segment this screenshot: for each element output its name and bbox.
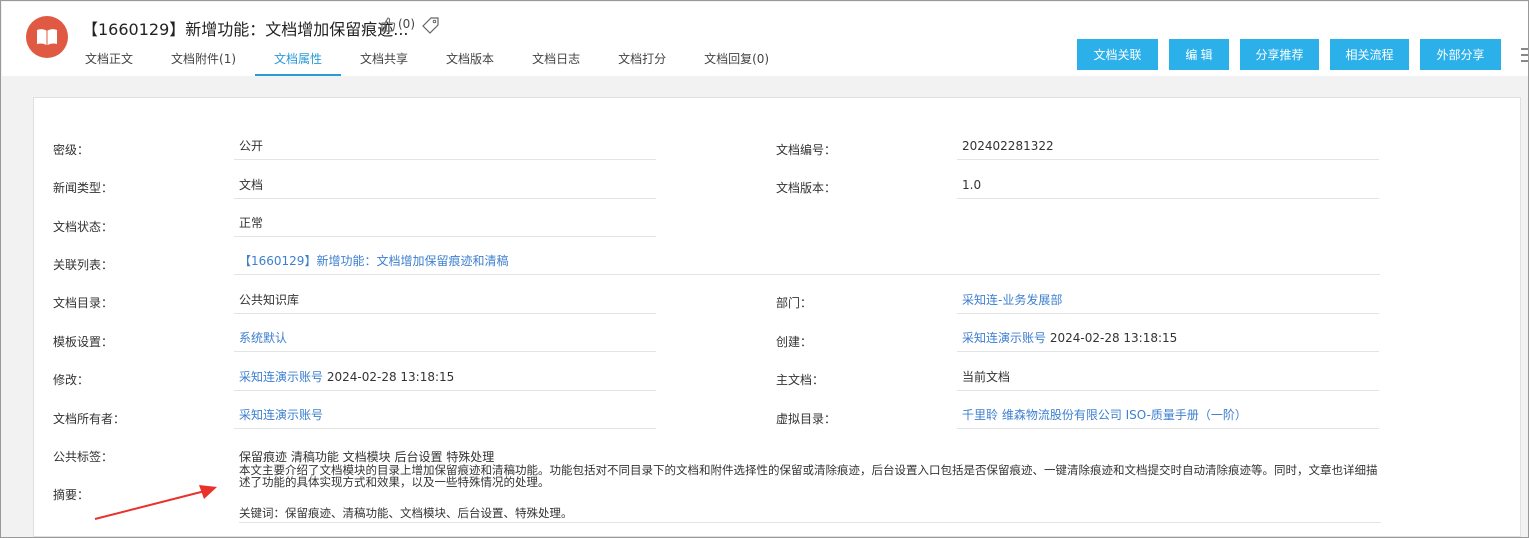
virtual-dir-label: 虚拟目录： (776, 412, 837, 426)
more-menu-icon[interactable] (1520, 46, 1528, 68)
window: 【1660129】新增功能：文档增加保留痕迹... (0) 文档正文 文档附件(… (0, 0, 1529, 538)
keywords-text: 关键词：保留痕迹、清稿功能、文档模块、后台设置、特殊处理。 (239, 505, 1381, 523)
modified-user-link[interactable]: 采知连演示账号 (239, 370, 323, 384)
related-list-label: 关联列表： (53, 258, 114, 272)
tag-icon[interactable] (422, 16, 440, 38)
directory-value: 公共知识库 (234, 290, 656, 314)
tab-bar: 文档正文 文档附件(1) 文档属性 文档共享 文档版本 文档日志 文档打分 文档… (66, 48, 788, 76)
template-label: 模板设置： (53, 335, 114, 349)
security-label: 密级： (53, 143, 90, 157)
summary-label: 摘要： (53, 488, 90, 502)
like-button[interactable]: (0) (380, 16, 415, 32)
tab-doc-body[interactable]: 文档正文 (66, 48, 152, 76)
directory-label: 文档目录： (53, 296, 114, 310)
created-user-link[interactable]: 采知连演示账号 (962, 331, 1046, 345)
tab-rating[interactable]: 文档打分 (599, 48, 685, 76)
modified-label: 修改： (53, 373, 90, 387)
page-title: 【1660129】新增功能：文档增加保留痕迹... (82, 20, 409, 39)
main-doc-value: 当前文档 (957, 367, 1379, 391)
dept-link[interactable]: 采知连-业务发展部 (957, 290, 1379, 314)
version-value: 1.0 (957, 175, 1379, 199)
status-label: 文档状态： (53, 220, 114, 234)
share-recommend-button[interactable]: 分享推荐 (1240, 39, 1319, 70)
owner-link[interactable]: 采知连演示账号 (234, 405, 656, 429)
main-doc-label: 主文档： (776, 373, 825, 387)
red-arrow-annotation-icon (94, 485, 217, 520)
doc-no-label: 文档编号： (776, 143, 837, 157)
action-buttons: 文档关联 编 辑 分享推荐 相关流程 外部分享 (1077, 39, 1501, 70)
owner-label: 文档所有者： (53, 412, 126, 426)
tags-label: 公共标签： (53, 450, 114, 464)
edit-button[interactable]: 编 辑 (1169, 39, 1229, 70)
related-list-link[interactable]: 【1660129】新增功能：文档增加保留痕迹和清稿 (234, 251, 1380, 275)
virtual-dir-link[interactable]: 千里聆 维森物流股份有限公司 ISO-质量手册（一阶） (957, 405, 1379, 429)
news-type-label: 新闻类型： (53, 181, 114, 195)
external-share-button[interactable]: 外部分享 (1420, 39, 1501, 70)
security-value: 公开 (234, 136, 656, 160)
tab-attachments[interactable]: 文档附件(1) (152, 48, 255, 76)
news-type-value: 文档 (234, 175, 656, 199)
summary-text: 本文主要介绍了文档模块的目录上增加保留痕迹和清稿功能。功能包括对不同目录下的文档… (239, 463, 1378, 489)
tab-properties[interactable]: 文档属性 (255, 48, 342, 76)
tab-log[interactable]: 文档日志 (513, 48, 599, 76)
header: 【1660129】新增功能：文档增加保留痕迹... (0) 文档正文 文档附件(… (2, 2, 1528, 76)
status-value: 正常 (234, 213, 656, 237)
modified-value: 采知连演示账号 2024-02-28 13:18:15 (234, 367, 656, 391)
template-link[interactable]: 系统默认 (234, 328, 656, 352)
tab-versions[interactable]: 文档版本 (427, 48, 513, 76)
tab-replies[interactable]: 文档回复(0) (685, 48, 788, 76)
properties-panel: 密级： 公开 文档编号： 202402281322 新闻类型： 文档 文档版本：… (33, 97, 1521, 537)
created-label: 创建： (776, 335, 813, 349)
tab-sharing[interactable]: 文档共享 (341, 48, 427, 76)
thumbs-up-icon (381, 17, 396, 32)
created-value: 采知连演示账号 2024-02-28 13:18:15 (957, 328, 1379, 352)
modified-time: 2024-02-28 13:18:15 (326, 370, 455, 384)
dept-label: 部门： (776, 296, 813, 310)
created-time: 2024-02-28 13:18:15 (1049, 331, 1178, 345)
document-logo-icon (26, 16, 68, 58)
related-flow-button[interactable]: 相关流程 (1330, 39, 1409, 70)
like-count: (0) (398, 17, 415, 31)
doc-link-button[interactable]: 文档关联 (1077, 39, 1158, 70)
version-label: 文档版本： (776, 181, 837, 195)
doc-no-value: 202402281322 (957, 136, 1379, 160)
